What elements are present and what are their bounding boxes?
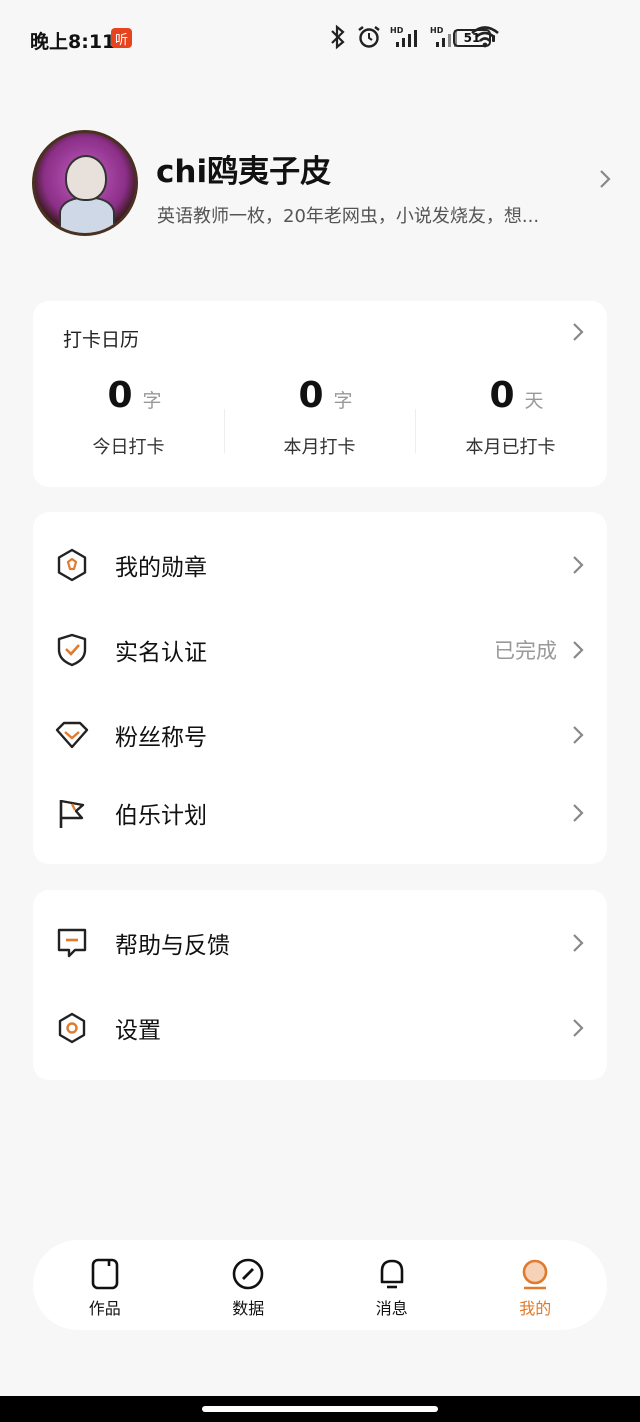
stat-label: 本月已打卡 xyxy=(465,437,556,458)
nav-label: 我的 xyxy=(519,1299,552,1318)
stat-unit: 天 xyxy=(524,390,544,412)
bottom-navigation: 作品 数据 消息 我的 xyxy=(33,1240,607,1330)
stat-value: 0 xyxy=(107,375,133,416)
bluetooth-icon xyxy=(331,24,345,50)
checkin-title: 打卡日历 xyxy=(63,329,140,351)
signal-hd-icon: HD xyxy=(390,26,417,47)
stat-label: 本月打卡 xyxy=(283,437,356,458)
stat-today: 0 字 今日打卡 xyxy=(33,375,224,459)
profile-name: chi鸥夷子皮 xyxy=(156,154,332,190)
data-icon xyxy=(232,1258,264,1290)
svg-text:HD: HD xyxy=(430,26,444,35)
menu-item-real-name-auth[interactable]: 实名认证 已完成 xyxy=(33,615,607,685)
nav-label: 数据 xyxy=(232,1299,265,1318)
feedback-icon xyxy=(55,926,89,960)
avatar-figure-face xyxy=(65,155,107,201)
stat-unit: 字 xyxy=(142,390,162,412)
chevron-right-icon[interactable] xyxy=(598,168,612,190)
menu-item-label: 伯乐计划 xyxy=(115,803,207,829)
stat-month-days: 0 天 本月已打卡 xyxy=(415,375,606,459)
battery-icon: 51 xyxy=(453,29,495,47)
nav-label: 作品 xyxy=(88,1299,121,1318)
stat-month-words: 0 字 本月打卡 xyxy=(224,375,415,459)
medal-icon xyxy=(55,548,89,582)
shield-check-icon xyxy=(55,633,89,667)
chevron-right-icon xyxy=(573,934,584,952)
menu-item-fan-title[interactable]: 粉丝称号 xyxy=(33,700,607,770)
chevron-right-icon xyxy=(573,641,584,659)
stat-label: 今日打卡 xyxy=(92,437,165,458)
menu-item-settings[interactable]: 设置 xyxy=(33,993,607,1063)
auth-status-value: 已完成 xyxy=(494,639,557,663)
chevron-right-icon xyxy=(573,804,584,822)
chevron-right-icon[interactable] xyxy=(571,321,585,343)
profile-header[interactable]: chi鸥夷子皮 英语教师一枚，20年老网虫，小说发烧友，想... xyxy=(0,120,640,250)
stat-value: 0 xyxy=(298,375,324,416)
svg-text:HD: HD xyxy=(390,26,404,35)
menu-item-help-feedback[interactable]: 帮助与反馈 xyxy=(33,908,607,978)
menu-item-label: 我的勋章 xyxy=(115,555,207,581)
menu-card-secondary: 帮助与反馈 设置 xyxy=(33,890,607,1080)
bell-icon xyxy=(380,1259,404,1289)
menu-item-label: 帮助与反馈 xyxy=(115,933,230,959)
flag-icon xyxy=(55,796,89,830)
status-bar: 晚上8:11 听 HD HD 51 xyxy=(0,0,640,76)
nav-label: 消息 xyxy=(375,1299,408,1318)
menu-item-label: 实名认证 xyxy=(115,640,207,666)
nav-tab-works[interactable]: 作品 xyxy=(33,1240,177,1330)
menu-item-medals[interactable]: 我的勋章 xyxy=(33,530,607,600)
diamond-icon xyxy=(55,718,89,752)
alarm-icon xyxy=(358,26,380,48)
works-icon xyxy=(91,1258,119,1290)
status-time: 晚上8:11 xyxy=(30,31,116,53)
nav-tab-messages[interactable]: 消息 xyxy=(320,1240,464,1330)
menu-item-label: 设置 xyxy=(115,1018,161,1044)
profile-bio: 英语教师一枚，20年老网虫，小说发烧友，想... xyxy=(157,206,540,227)
profile-icon xyxy=(522,1259,548,1290)
chevron-right-icon xyxy=(573,1019,584,1037)
stat-value: 0 xyxy=(489,375,515,416)
settings-icon xyxy=(55,1011,89,1045)
nav-tab-me[interactable]: 我的 xyxy=(464,1240,608,1330)
nav-tab-data[interactable]: 数据 xyxy=(177,1240,321,1330)
avatar-figure-body xyxy=(59,197,115,233)
notification-badge-icon: 听 xyxy=(111,28,132,48)
checkin-calendar-card[interactable]: 打卡日历 0 字 今日打卡 0 字 本月打卡 0 天 本月已打卡 xyxy=(33,301,607,487)
avatar[interactable] xyxy=(32,130,138,236)
stat-unit: 字 xyxy=(333,390,353,412)
chevron-right-icon xyxy=(573,556,584,574)
menu-card-primary: 我的勋章 实名认证 已完成 粉丝称号 伯乐计划 xyxy=(33,512,607,864)
menu-item-label: 粉丝称号 xyxy=(115,725,207,751)
home-indicator[interactable] xyxy=(202,1406,438,1412)
checkin-stats: 0 字 今日打卡 0 字 本月打卡 0 天 本月已打卡 xyxy=(33,375,607,459)
menu-item-bole-plan[interactable]: 伯乐计划 xyxy=(33,778,607,848)
chevron-right-icon xyxy=(573,726,584,744)
